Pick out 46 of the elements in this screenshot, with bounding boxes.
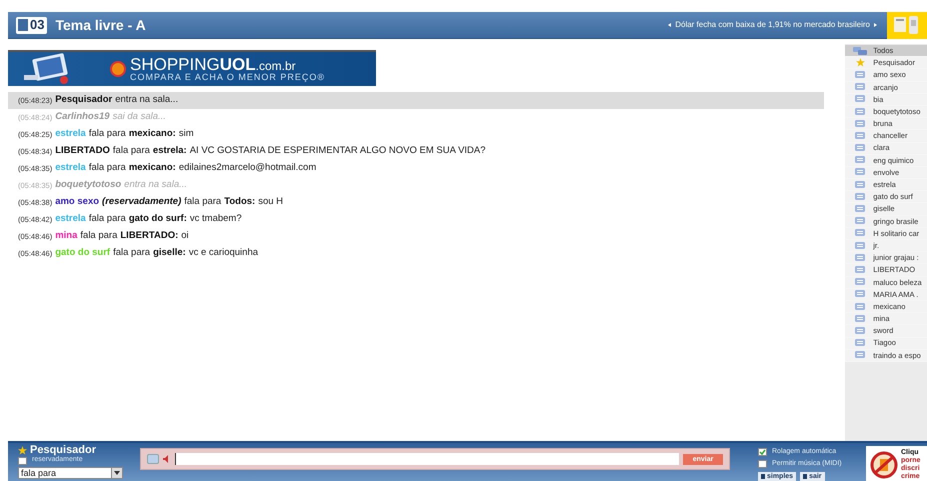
banner-tagline: COMPARA E ACHA O MENOR PREÇO® [130, 73, 325, 82]
logo-icon [110, 61, 126, 77]
speech-bubble-icon [855, 266, 866, 274]
bullet-icon [668, 23, 672, 27]
speech-bubble-icon [855, 229, 866, 238]
speech-bubble-icon [855, 108, 866, 116]
bullet-icon [874, 23, 877, 27]
speech-bubble-icon [855, 339, 866, 348]
checkbox[interactable] [758, 448, 767, 456]
speech-bubble-icon [855, 70, 866, 79]
star-icon [18, 446, 27, 454]
news-ticker[interactable]: Dólar fecha com baixa de 1,91% no mercado brasileiro [675, 19, 870, 31]
speech-bubble-icon [855, 144, 866, 152]
speech-bubble-icon [855, 180, 866, 189]
speech-bubble-icon [855, 132, 866, 140]
speech-bubble-icon [855, 351, 866, 360]
ad-banner[interactable]: SHOPPINGUOL.com.br COMPARA E ACHA O MENOR PREÇO® [8, 50, 376, 86]
group-icon [853, 46, 868, 55]
speech-bubble-icon [855, 302, 866, 311]
speech-bubble-icon [855, 278, 866, 286]
speech-bubble-icon [855, 254, 866, 262]
message-input[interactable] [175, 453, 679, 465]
speech-bubble-icon [855, 314, 866, 323]
target-dropdown[interactable]: fala para [18, 467, 123, 479]
speech-bubble-icon [855, 205, 866, 214]
speech-bubble-icon [855, 217, 866, 226]
speech-bubble-icon [855, 120, 866, 128]
room-icon [18, 19, 28, 31]
dropdown-arrow-icon [111, 468, 122, 478]
speech-bubble-icon [855, 326, 866, 335]
speech-bubble-icon [855, 290, 866, 298]
room-number: 03 [30, 16, 44, 34]
checkbox[interactable] [758, 460, 767, 468]
brand-name: SHOPPINGUOL.com.br [130, 56, 296, 73]
star-icon [856, 58, 865, 68]
speech-bubble-icon [855, 192, 866, 201]
ad-thumbnail[interactable] [887, 12, 927, 38]
speech-bubble-icon [855, 83, 866, 92]
speech-bubble-icon [855, 168, 866, 176]
speech-bubble-icon [855, 242, 866, 250]
checkbox[interactable] [18, 456, 27, 464]
speech-bubble-icon [855, 95, 866, 104]
speaker-icon[interactable] [163, 455, 171, 463]
speech-bubble-icon [855, 156, 866, 164]
prohibited-icon [870, 450, 898, 478]
room-title: Tema livre - A [55, 16, 146, 34]
